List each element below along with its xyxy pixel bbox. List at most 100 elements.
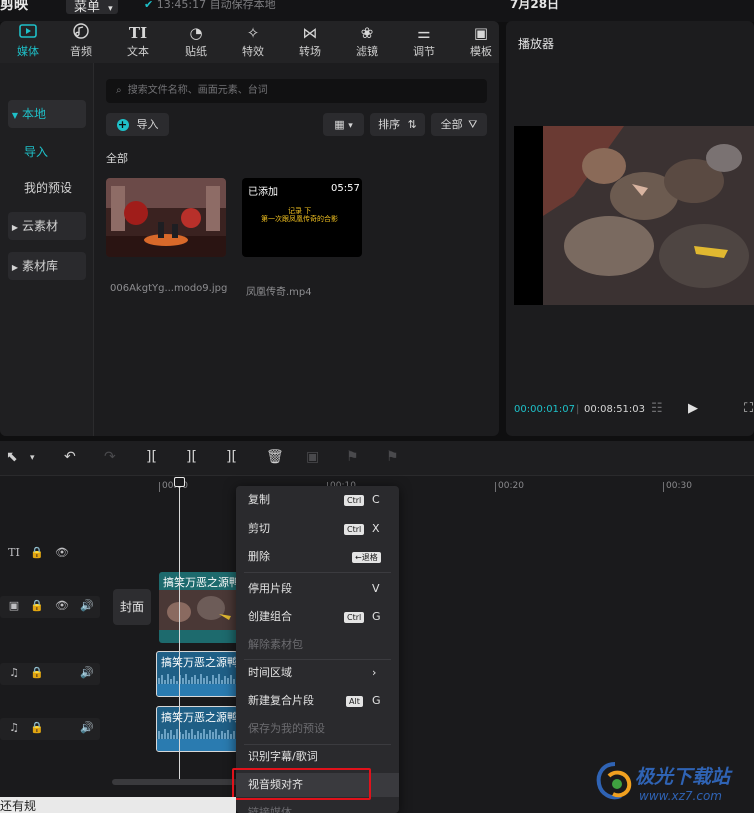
eye-icon[interactable]: 👁 [54, 546, 70, 559]
select-tool-icon[interactable]: ⬉ [6, 449, 18, 465]
menu-item-label: 新建复合片段 [248, 694, 314, 707]
cover-button[interactable]: 封面 [113, 589, 151, 625]
menu-item-compound[interactable]: 新建复合片段 Alt G [236, 689, 399, 713]
player-panel: 播放器 00:00:01:07 | 00:08:51:03 ☷ ▶ ⛶ [506, 21, 754, 436]
trim-left-icon[interactable]: ][ [186, 449, 197, 465]
menu-item-recognize-subtitles[interactable]: 识别字幕/歌词 [236, 745, 399, 769]
media-thumb-image[interactable] [106, 178, 226, 257]
tool-tabs: 媒体 音频 TI 文本 ◔ 贴纸 ✧ 特效 ⋈ 转场 ❀ 滤镜 ⚌ 调节 ▣ 模… [0, 21, 499, 63]
menu-item-label: 链接媒体 [248, 806, 292, 813]
media-panel: 媒体 音频 TI 文本 ◔ 贴纸 ✧ 特效 ⋈ 转场 ❀ 滤镜 ⚌ 调节 ▣ 模… [0, 21, 499, 436]
menu-item-delete[interactable]: 删除 ←退格 [236, 545, 399, 569]
lock-icon[interactable]: 🔒 [29, 546, 45, 559]
playhead-handle[interactable] [174, 477, 185, 487]
text-track-icon: TI [8, 546, 20, 559]
volume-icon[interactable]: 🔊 [79, 666, 95, 679]
marker-add-icon[interactable]: ⚑ [386, 449, 399, 465]
tab-transition[interactable]: ⋈ 转场 [282, 23, 338, 61]
tab-media[interactable]: 媒体 [0, 23, 56, 61]
filter-label: 全部 [440, 118, 463, 131]
audio-clip[interactable]: 搞笑万恶之源鸭 [156, 651, 238, 697]
audio-clip[interactable]: 搞笑万恶之源鸭 [156, 706, 238, 752]
adjust-icon: ⚌ [417, 24, 431, 42]
lock-icon[interactable]: 🔒 [29, 666, 45, 679]
volume-icon[interactable]: 🔊 [79, 599, 95, 612]
tab-text-label: 文本 [127, 45, 149, 58]
template-icon: ▣ [473, 24, 489, 42]
tab-audio[interactable]: 音频 [53, 23, 109, 61]
tab-sticker[interactable]: ◔ 贴纸 [168, 23, 224, 61]
ctrl-key: Ctrl [344, 524, 365, 535]
menu-label: 菜单 [74, 0, 101, 15]
search-input[interactable]: ⌕ 搜索文件名称、画面元素、台词 [106, 79, 487, 103]
caret-right-icon: ▶ [11, 263, 19, 272]
delete-icon[interactable]: 🗑 [266, 449, 284, 465]
view-mode-button[interactable]: ▦ ▾ [323, 113, 364, 136]
tab-effects-label: 特效 [242, 45, 264, 58]
shortcut-key: G [372, 694, 381, 707]
nav-library[interactable]: ▶ 素材库 [8, 252, 86, 280]
volume-icon[interactable]: 🔊 [79, 721, 95, 734]
menu-item-disable[interactable]: 停用片段 V [236, 577, 399, 601]
trim-right-icon[interactable]: ][ [226, 449, 237, 465]
tab-text[interactable]: TI 文本 [110, 23, 166, 61]
eye-icon[interactable]: 👁 [54, 599, 70, 612]
check-icon: ✔ [144, 0, 154, 11]
sticker-icon: ◔ [189, 24, 203, 42]
ruler-tick: 00:20 [495, 481, 524, 492]
freeze-icon[interactable]: ▣ [306, 449, 319, 465]
menu-item-copy[interactable]: 复制 Ctrl C [236, 488, 399, 512]
ctrl-key: Ctrl [344, 495, 365, 506]
watermark-text: 极光下载站 [635, 766, 731, 788]
audio-clip-label: 搞笑万恶之源鸭 [161, 711, 238, 724]
tab-template-label: 模板 [470, 45, 492, 58]
filter-button[interactable]: 全部 ⛛ [431, 113, 487, 136]
lock-icon[interactable]: 🔒 [29, 599, 45, 612]
caret-down-icon: ▼ [11, 111, 19, 120]
import-label: 导入 [136, 118, 159, 131]
fullscreen-icon[interactable]: ⛶ [744, 401, 753, 416]
lock-icon[interactable]: 🔒 [29, 721, 45, 734]
import-button[interactable]: + 导入 [106, 113, 169, 136]
time-ruler[interactable]: 00:00 00:10 00:20 00:30 [108, 476, 754, 494]
marker-icon[interactable]: ⚑ [346, 449, 359, 465]
video-preview[interactable] [514, 126, 754, 305]
menu-item-group[interactable]: 创建组合 Ctrl G [236, 605, 399, 629]
tab-media-label: 媒体 [17, 45, 39, 58]
chevron-down-icon[interactable]: ▾ [30, 453, 35, 463]
menu-button[interactable]: 菜单 ▾ [66, 0, 118, 15]
menu-item-label: 创建组合 [248, 610, 292, 623]
clip-thumbnail [159, 590, 241, 630]
menu-item-label: 识别字幕/歌词 [248, 750, 318, 763]
nav-local-label: 本地 [22, 107, 47, 121]
split-icon[interactable]: ][ [146, 449, 157, 465]
waveform-icon[interactable]: ☷ [651, 401, 663, 416]
nav-presets[interactable]: 我的预设 [8, 174, 86, 202]
playhead[interactable] [179, 479, 180, 779]
audio-track-controls: ♫ 🔒 🔊 [0, 718, 100, 740]
redo-icon[interactable]: ↷ [104, 449, 116, 465]
tab-template[interactable]: ▣ 模板 [453, 23, 499, 61]
sort-button[interactable]: 排序 ⇅ [370, 113, 425, 136]
menu-separator [244, 659, 391, 660]
nav-cloud[interactable]: ▶ 云素材 [8, 212, 86, 240]
audio-track-icon: ♫ [9, 721, 19, 734]
timeline-scrollbar[interactable] [112, 779, 242, 785]
menu-item-time-region[interactable]: 时间区域 › [236, 661, 399, 685]
caret-right-icon: ▶ [11, 223, 19, 232]
nav-import[interactable]: 导入 [8, 138, 86, 166]
tab-adjust[interactable]: ⚌ 调节 [396, 23, 452, 61]
tab-filter[interactable]: ❀ 滤镜 [339, 23, 395, 61]
nav-local[interactable]: ▼ 本地 [8, 100, 86, 128]
watermark-url: www.xz7.com [639, 789, 722, 803]
grid-icon: ▦ [334, 118, 345, 131]
menu-item-cut[interactable]: 剪切 Ctrl X [236, 517, 399, 541]
play-icon[interactable]: ▶ [688, 401, 698, 416]
video-caption-2: 第一次跟凤凰传奇的合影 [261, 215, 338, 223]
undo-icon[interactable]: ↶ [64, 449, 76, 465]
media-icon [0, 23, 56, 43]
tab-effects[interactable]: ✧ 特效 [225, 23, 281, 61]
waveform [157, 729, 237, 751]
video-clip[interactable]: 搞笑万恶之源鸭 [159, 572, 241, 643]
media-thumb-video[interactable]: 已添加 05:57 记录 下 第一次跟凤凰传奇的合影 [242, 178, 362, 257]
